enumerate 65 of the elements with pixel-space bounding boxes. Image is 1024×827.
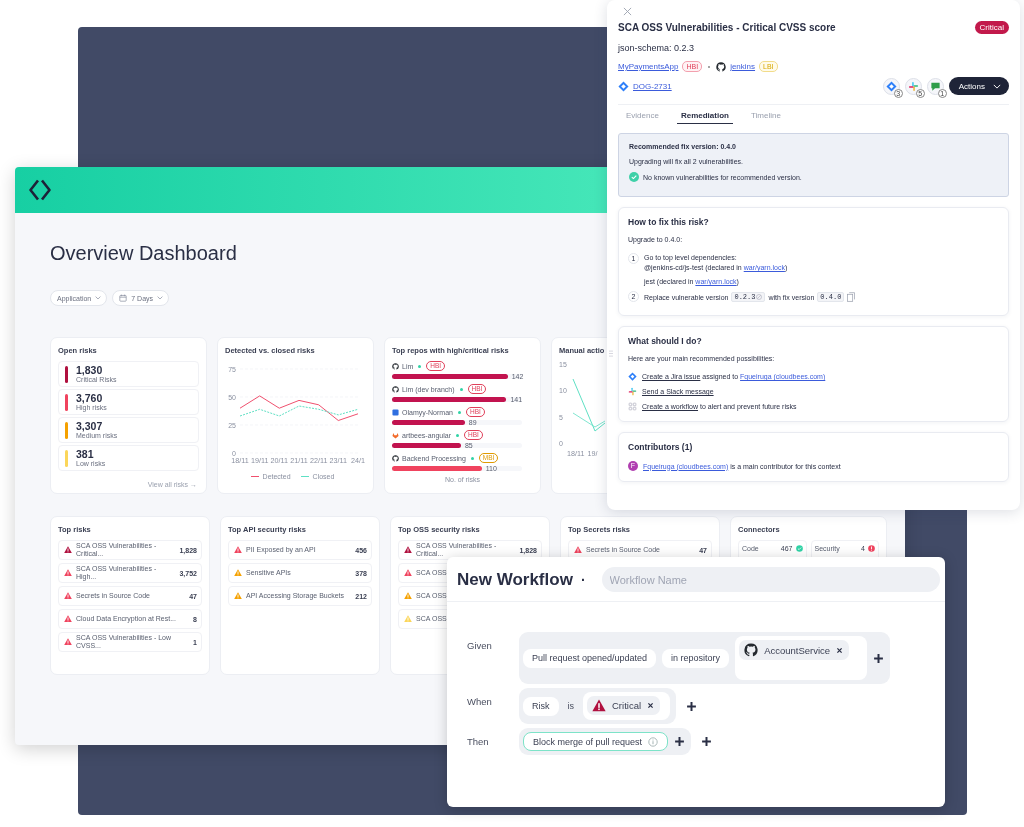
- actions-button[interactable]: Actions: [948, 77, 1009, 95]
- condition-label: Given: [467, 640, 493, 651]
- risk-count: 3,307: [76, 420, 104, 432]
- section-title: Contributors (1): [628, 442, 694, 452]
- check-icon: [629, 172, 639, 182]
- status-dot: [459, 387, 463, 391]
- pinwheel-icon: [907, 80, 919, 92]
- blocked-icon: [756, 294, 763, 300]
- calendar-icon: [119, 294, 128, 302]
- add-icon[interactable]: [873, 652, 885, 664]
- warning-icon: [592, 699, 606, 712]
- value-box[interactable]: Critical: [583, 692, 671, 720]
- add-icon[interactable]: [674, 736, 686, 747]
- chevron-down-icon: [157, 296, 164, 300]
- separator-dot: ·: [580, 571, 586, 588]
- pinwheel-icon: [628, 387, 637, 396]
- page-title: Overview Dashboard: [50, 242, 237, 266]
- cat-icon: [392, 385, 399, 393]
- value-box[interactable]: AccountService: [735, 636, 868, 680]
- chat-icon: [929, 80, 941, 92]
- cat-icon: [392, 454, 399, 462]
- app-link[interactable]: MyPaymentsApp: [618, 62, 679, 71]
- remove-icon[interactable]: [836, 646, 844, 654]
- fox-icon: [392, 431, 399, 439]
- section-title: How to fix this risk?: [628, 217, 710, 227]
- cat-icon: [716, 61, 727, 72]
- square-icon: [392, 408, 399, 416]
- cat-icon: [744, 643, 759, 657]
- status-dot: [456, 433, 460, 437]
- status-dot: [457, 410, 461, 414]
- condition-label: Then: [467, 736, 490, 747]
- condition-label: When: [467, 696, 493, 707]
- condition-pill[interactable]: Pull request opened/updated: [523, 648, 657, 668]
- package-version: json-schema: 0.2.3: [618, 43, 696, 53]
- operator-text: is: [566, 701, 575, 711]
- status-dot: [418, 364, 422, 368]
- ticket-link[interactable]: DOG-2731: [633, 81, 672, 91]
- condition-pill[interactable]: Risk: [523, 696, 559, 716]
- condition-pill[interactable]: in repository: [662, 648, 730, 668]
- risk-title: SCA OSS Vulnerabilities - Critical CVSS score: [618, 22, 836, 33]
- value-chip[interactable]: Critical: [587, 696, 661, 715]
- workflow-name-field[interactable]: Workflow Name: [601, 567, 940, 592]
- chevron-down-icon: [993, 83, 1001, 89]
- diamond-icon: [628, 372, 637, 381]
- chevron-down-icon: [95, 296, 102, 300]
- severity-badge: Critical: [974, 21, 1009, 34]
- add-icon[interactable]: [701, 736, 713, 747]
- remove-icon[interactable]: [647, 701, 655, 709]
- cat-icon: [392, 362, 399, 370]
- risk-count: 381: [76, 448, 95, 460]
- section-title: What should I do?: [628, 336, 703, 346]
- add-icon[interactable]: [686, 700, 698, 712]
- action-pill[interactable]: Block merge of pull request: [523, 732, 669, 751]
- diamond-icon: [885, 80, 897, 92]
- repo-link[interactable]: jenkins: [730, 62, 756, 71]
- logo-icon[interactable]: [28, 178, 52, 202]
- workflow-title: New Workflow: [457, 569, 573, 590]
- risk-count: 1,830: [76, 364, 104, 376]
- grid-icon: [628, 402, 637, 411]
- diamond-icon: [618, 80, 629, 92]
- status-dot: [470, 456, 474, 460]
- risk-count: 3,760: [76, 392, 104, 404]
- value-chip[interactable]: AccountService: [739, 640, 850, 660]
- info-icon: [648, 736, 659, 747]
- tab[interactable]: Remediation: [676, 111, 733, 124]
